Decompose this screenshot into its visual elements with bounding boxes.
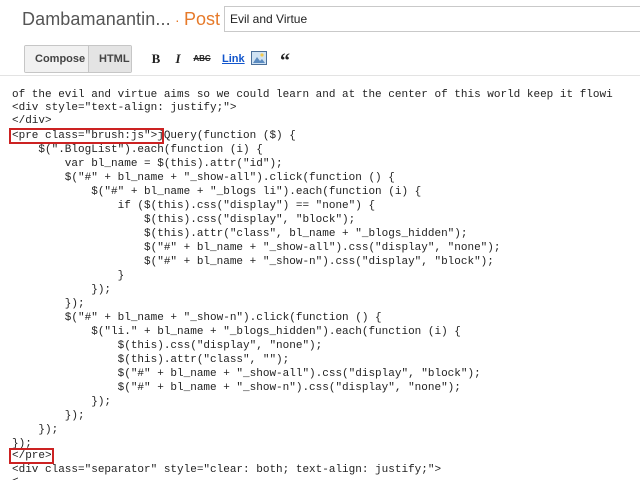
code-line: }); [12, 284, 112, 296]
code-line: }); [12, 410, 85, 422]
title-separator: · [175, 12, 180, 28]
post-label: Post [184, 9, 221, 29]
code-line: </div> [12, 115, 52, 127]
code-line: }); [12, 396, 112, 408]
code-line: $(this).css("display", "none"); [12, 340, 323, 352]
code-line: $("#" + bl_name + "_show-all").css("disp… [12, 242, 501, 254]
image-icon[interactable] [251, 51, 267, 67]
post-title-input[interactable] [224, 6, 640, 32]
code-line: $("#" + bl_name + "_show-all").click(fun… [12, 172, 395, 184]
quote-icon[interactable]: “ [277, 51, 293, 71]
italic-icon[interactable]: I [170, 51, 186, 67]
html-mode-button[interactable]: HTML [89, 46, 131, 72]
code-line: <div style="text-align: justify;"> [12, 102, 237, 114]
html-editor[interactable]: of the evil and virtue aims so we could … [0, 77, 640, 480]
blog-title[interactable]: Dambamanantin... [22, 9, 171, 30]
pre-close-highlight [9, 448, 54, 464]
code-line: of the evil and virtue aims so we could … [12, 89, 613, 101]
strikethrough-icon[interactable]: ABC [192, 51, 212, 67]
code-line: } [12, 270, 125, 282]
mode-switch: Compose HTML [24, 45, 132, 73]
code-line: $("#" + bl_name + "_blogs li").each(func… [12, 186, 422, 198]
code-line: $(".BlogList").each(function (i) { [12, 144, 263, 156]
code-line: $("#" + bl_name + "_show-n").click(funct… [12, 312, 382, 324]
code-line: $(this).attr("class", bl_name + "_blogs_… [12, 228, 468, 240]
code-line: }); [12, 424, 59, 436]
bold-icon[interactable]: B [148, 51, 164, 67]
code-line: if ($(this).css("display") == "none") { [12, 200, 376, 212]
editor-toolbar: Compose HTML B I ABC Link “ [0, 40, 640, 76]
compose-mode-button[interactable]: Compose [25, 46, 89, 72]
code-line: }); [12, 298, 85, 310]
code-line: $("#" + bl_name + "_show-n").css("displa… [12, 382, 461, 394]
code-line: $(this).css("display", "block"); [12, 214, 356, 226]
code-line: <div class="separator" style="clear: bot… [12, 464, 442, 476]
code-line: $("#" + bl_name + "_show-n").css("displa… [12, 256, 494, 268]
link-button[interactable]: Link [222, 51, 245, 67]
code-line: $(this).attr("class", ""); [12, 354, 290, 366]
editor-header: Dambamanantin... · Post [0, 0, 640, 40]
code-line: var bl_name = $(this).attr("id"); [12, 158, 283, 170]
code-line: $("#" + bl_name + "_show-all").css("disp… [12, 368, 481, 380]
code-line: $("li." + bl_name + "_blogs_hidden").eac… [12, 326, 461, 338]
code-line: < [12, 476, 19, 480]
pre-open-highlight [9, 128, 164, 144]
